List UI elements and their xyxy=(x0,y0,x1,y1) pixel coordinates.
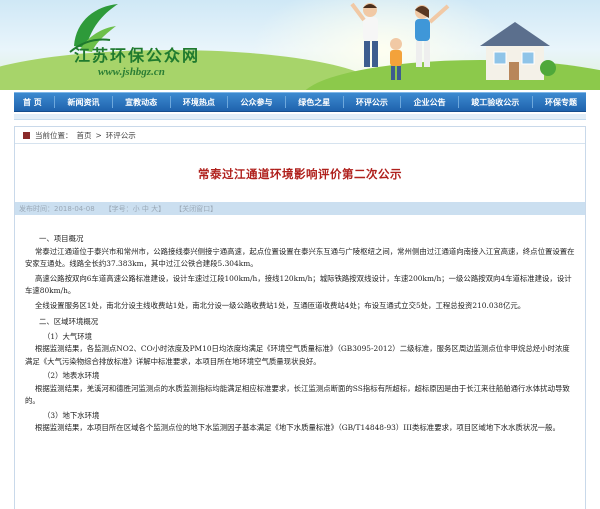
content-panel: 当前位置： 首页 > 环评公示 常泰过江通道环境影响评价第二次公示 发布时间：2… xyxy=(14,126,586,509)
nav-item-topics[interactable]: 环保专题 xyxy=(542,97,580,108)
breadcrumb: 当前位置： 首页 > 环评公示 xyxy=(15,127,585,144)
nav-item-education[interactable]: 宣教动态 xyxy=(122,97,160,108)
nav-divider xyxy=(531,96,533,108)
subsection-heading: （3）地下水环境 xyxy=(43,410,100,420)
paragraph: 根据监测结果，羌溪河和德胜河监测点的水质监测指标均能满足相应标准要求，长江监测点… xyxy=(25,383,570,406)
nav-item-home[interactable]: 首 页 xyxy=(20,97,45,108)
nav-divider xyxy=(227,96,229,108)
nav-item-green-star[interactable]: 绿色之星 xyxy=(295,97,333,108)
nav-divider xyxy=(457,96,459,108)
house-illustration-icon xyxy=(480,22,556,80)
breadcrumb-separator: > xyxy=(95,130,102,140)
nav-divider xyxy=(111,96,113,108)
breadcrumb-prefix: 当前位置： xyxy=(35,130,73,140)
nav-divider xyxy=(169,96,171,108)
nav-divider xyxy=(284,96,286,108)
nav-item-acceptance[interactable]: 竣工验收公示 xyxy=(468,97,522,108)
nav-divider xyxy=(400,96,402,108)
nav-divider xyxy=(54,96,56,108)
section-heading: 一、项目概况 xyxy=(39,234,84,243)
nav-item-news[interactable]: 新闻资讯 xyxy=(64,97,102,108)
nav-item-participation[interactable]: 公众参与 xyxy=(238,97,276,108)
article-body: 一、项目概况 常泰过江通道位于泰兴市和常州市，公路接线泰兴侧接宁通高速，起点位置… xyxy=(15,233,585,435)
publish-date: 发布时间：2018-04-08 xyxy=(19,204,95,213)
section-heading: 二、区域环境概况 xyxy=(39,317,99,326)
subsection-heading: （2）地表水环境 xyxy=(43,371,100,380)
paragraph: 根据监测结果，本项目所在区域各个监测点位的地下水监测因子基本满足《地下水质量标准… xyxy=(35,423,560,432)
nav-sub-strip xyxy=(14,114,586,120)
subsection-heading: （1）大气环境 xyxy=(43,331,93,341)
site-url[interactable]: www.jshbgz.cn xyxy=(98,66,165,78)
breadcrumb-home-link[interactable]: 首页 xyxy=(77,130,92,141)
location-icon xyxy=(23,131,30,139)
nav-item-enterprise[interactable]: 企业公告 xyxy=(411,97,449,108)
paragraph: 根据监测结果，各监测点NO2、CO小时浓度及PM10日均浓度均满足《环境空气质量… xyxy=(25,344,570,366)
paragraph: 高速公路按双向6车道高速公路标准建设，设计车速过江段100km/h，接线120k… xyxy=(25,273,572,296)
article-title: 常泰过江通道环境影响评价第二次公示 xyxy=(198,167,402,181)
close-window-link[interactable]: 【关闭窗口】 xyxy=(175,204,217,214)
nav-item-hotspots[interactable]: 环境热点 xyxy=(180,97,218,108)
article-meta-bar: 发布时间：2018-04-08 【字号：小 中 大】 【关闭窗口】 xyxy=(15,202,585,215)
site-name[interactable]: 江苏环保公众网 xyxy=(74,42,200,66)
nav-item-eia-notices[interactable]: 环评公示 xyxy=(353,97,391,108)
paragraph: 常泰过江通道位于泰兴市和常州市，公路接线泰兴侧接宁通高速，起点位置设置在泰兴东互… xyxy=(25,246,575,269)
main-nav: 首 页 新闻资讯 宣教动态 环境热点 公众参与 绿色之星 环评公示 企业公告 竣… xyxy=(14,92,586,112)
paragraph: 全线设置服务区1处，南北分设主线收费站1处，南北分设一级公路收费站1处，互通匝道… xyxy=(35,300,526,310)
font-size-switcher[interactable]: 【字号：小 中 大】 xyxy=(105,204,165,214)
breadcrumb-current-link[interactable]: 环评公示 xyxy=(106,130,136,141)
family-illustration-icon xyxy=(350,2,450,80)
nav-divider xyxy=(342,96,344,108)
site-banner: 江苏环保公众网 www.jshbgz.cn xyxy=(0,0,600,90)
